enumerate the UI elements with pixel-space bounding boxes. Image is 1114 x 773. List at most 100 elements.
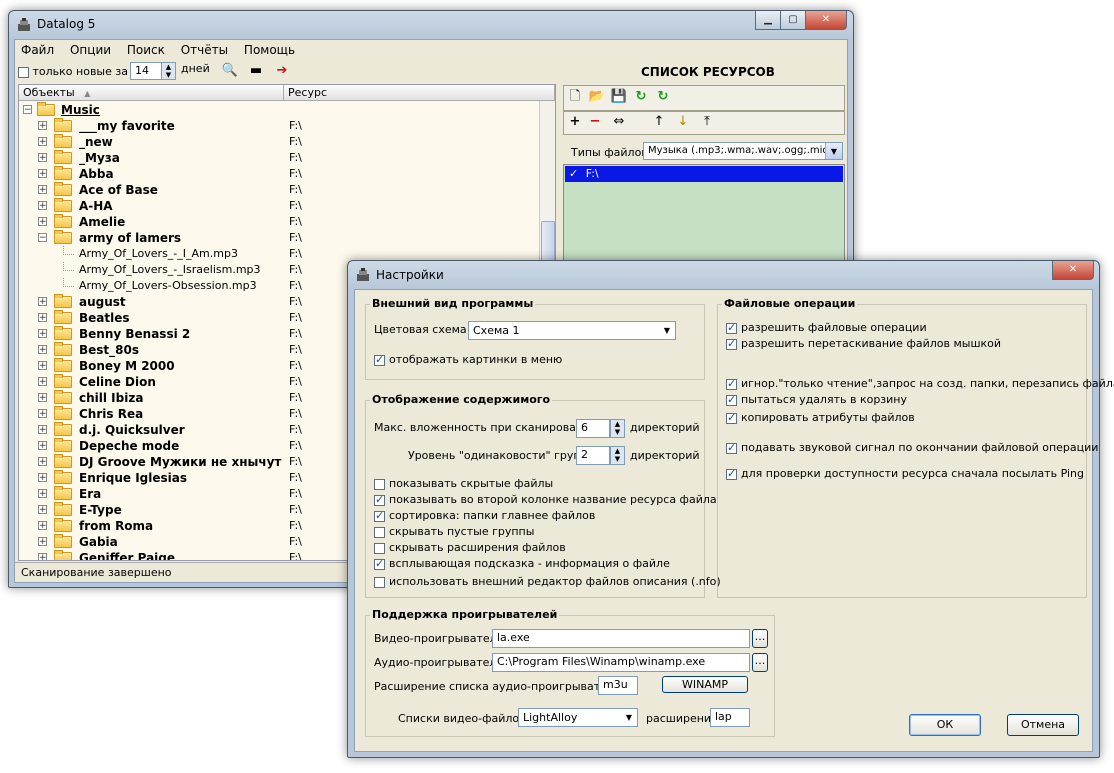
ext-list-input[interactable]: m3u (598, 676, 638, 695)
option-row[interactable]: игнор."только чтение",запрос на созд. па… (726, 377, 1114, 390)
max-depth-spinner[interactable]: ▲ ▼ (610, 419, 625, 438)
option-check[interactable] (374, 493, 385, 506)
expand-icon[interactable]: + (38, 297, 47, 307)
similarity-input[interactable]: 2 (576, 446, 610, 465)
move-down-icon[interactable]: ↓ (674, 113, 692, 131)
refresh-icon[interactable]: ↻ (632, 88, 650, 106)
expand-icon[interactable]: + (38, 425, 47, 435)
color-scheme-select[interactable]: Схема 1 ▼ (468, 321, 676, 340)
video-player-input[interactable]: la.exe (492, 629, 750, 648)
swap-icon[interactable]: ⇔ (610, 113, 628, 131)
cancel-button[interactable]: Отмена (1007, 714, 1079, 736)
tree-row[interactable]: + ___my favorite F:\ (19, 118, 555, 134)
expand-icon[interactable]: + (38, 537, 47, 547)
winamp-button[interactable]: WINAMP (662, 676, 748, 693)
list-icon[interactable]: ▬ (247, 62, 265, 80)
audio-browse-button[interactable]: ... (752, 653, 768, 672)
option-row[interactable]: копировать атрибуты файлов (726, 411, 915, 424)
col-resource-header[interactable]: Ресурс (284, 85, 555, 101)
tree-row[interactable]: + Ace of Base F:\ (19, 182, 555, 198)
extension-input[interactable]: lap (710, 708, 750, 727)
remove-icon[interactable]: − (586, 113, 604, 131)
tree-row[interactable]: + _Муза F:\ (19, 150, 555, 166)
tree-row[interactable]: + _new F:\ (19, 134, 555, 150)
option-check[interactable] (374, 542, 385, 554)
expand-icon[interactable]: + (38, 553, 47, 560)
file-types-select[interactable]: Музыка (.mp3;.wma;.wav;.ogg;.mid; ▼ (643, 142, 843, 160)
expand-icon[interactable]: + (38, 521, 47, 531)
preview-icon[interactable]: 🔍 (221, 62, 239, 80)
option-row[interactable]: разрешить перетаскивание файлов мышкой (726, 337, 1001, 350)
maximize-button[interactable]: ▢ (780, 11, 806, 30)
menu-search[interactable]: Поиск (127, 43, 165, 57)
ok-button[interactable]: ОК (909, 714, 981, 736)
days-input[interactable]: 14 (130, 62, 163, 80)
resource-item[interactable]: ✓ F:\ (565, 166, 843, 182)
option-check[interactable] (374, 526, 385, 538)
expand-icon[interactable]: + (38, 361, 47, 371)
menu-help[interactable]: Помощь (244, 43, 295, 57)
option-check[interactable] (726, 337, 737, 350)
external-editor-check[interactable] (374, 576, 385, 588)
tree-row[interactable]: + A-HA F:\ (19, 198, 555, 214)
option-row[interactable]: разрешить файловые операции (726, 321, 927, 334)
option-check[interactable] (726, 441, 737, 454)
expand-icon[interactable]: + (38, 377, 47, 387)
expand-icon[interactable]: + (38, 137, 47, 147)
option-check[interactable] (374, 509, 385, 522)
option-row[interactable]: скрывать расширения файлов (374, 541, 566, 554)
option-row[interactable]: для проверки доступности ресурса сначала… (726, 467, 1084, 480)
expand-icon[interactable]: + (38, 457, 47, 467)
new-icon[interactable]: 🗋 (566, 88, 584, 106)
option-row[interactable]: показывать скрытые файлы (374, 477, 553, 490)
option-row[interactable]: сортировка: папки главнее файлов (374, 509, 595, 522)
show-menu-images-check[interactable] (374, 353, 385, 366)
collapse-icon[interactable]: − (23, 105, 32, 115)
main-titlebar[interactable]: Datalog 5 ▁ ▢ ✕ (9, 11, 853, 39)
days-spinner[interactable]: ▲ ▼ (161, 62, 176, 80)
expand-icon[interactable]: + (38, 201, 47, 211)
option-check[interactable] (726, 321, 737, 334)
audio-player-input[interactable]: C:\Program Files\Winamp\winamp.exe (492, 653, 750, 672)
tree-row[interactable]: + Amelie F:\ (19, 214, 555, 230)
refresh-all-icon[interactable]: ↻ (654, 88, 672, 106)
tree-row[interactable]: + Abba F:\ (19, 166, 555, 182)
move-top-icon[interactable]: ⤒ (698, 113, 716, 131)
add-icon[interactable]: + (566, 113, 584, 131)
save-icon[interactable]: 💾 (610, 88, 628, 106)
dialog-close-button[interactable]: ✕ (1052, 261, 1094, 280)
expand-icon[interactable]: + (38, 441, 47, 451)
expand-icon[interactable]: + (38, 505, 47, 515)
tree-row[interactable]: − Music (19, 102, 555, 118)
collapse-icon[interactable]: − (38, 233, 47, 243)
option-check[interactable] (374, 557, 385, 570)
expand-icon[interactable]: + (38, 169, 47, 179)
only-new-checkbox[interactable]: только новые за (18, 65, 128, 78)
expand-icon[interactable]: + (38, 217, 47, 227)
option-row[interactable]: всплывающая подсказка - информация о фай… (374, 557, 670, 570)
menu-reports[interactable]: Отчёты (181, 43, 228, 57)
option-check[interactable] (726, 411, 737, 424)
option-check[interactable] (726, 467, 737, 480)
option-check[interactable] (726, 393, 737, 406)
settings-titlebar[interactable]: Настройки ✕ (348, 261, 1099, 289)
video-browse-button[interactable]: ... (752, 629, 768, 648)
only-new-check[interactable] (18, 66, 29, 78)
option-row[interactable]: скрывать пустые группы (374, 525, 534, 538)
exit-icon[interactable]: ➔ (273, 62, 291, 80)
expand-icon[interactable]: + (38, 345, 47, 355)
col-objects-header[interactable]: Объекты ▲ (19, 85, 284, 101)
expand-icon[interactable]: + (38, 185, 47, 195)
tree-row[interactable]: − army of lamers F:\ (19, 230, 555, 246)
option-row[interactable]: показывать во второй колонке название ре… (374, 493, 717, 506)
close-button[interactable]: ✕ (805, 11, 847, 30)
expand-icon[interactable]: + (38, 121, 47, 131)
expand-icon[interactable]: + (38, 313, 47, 323)
expand-icon[interactable]: + (38, 329, 47, 339)
video-lists-select[interactable]: LightAlloy ▼ (518, 708, 638, 727)
expand-icon[interactable]: + (38, 393, 47, 403)
open-icon[interactable]: 📂 (588, 88, 606, 106)
expand-icon[interactable]: + (38, 489, 47, 499)
max-depth-input[interactable]: 6 (576, 419, 610, 438)
minimize-button[interactable]: ▁ (755, 11, 781, 30)
